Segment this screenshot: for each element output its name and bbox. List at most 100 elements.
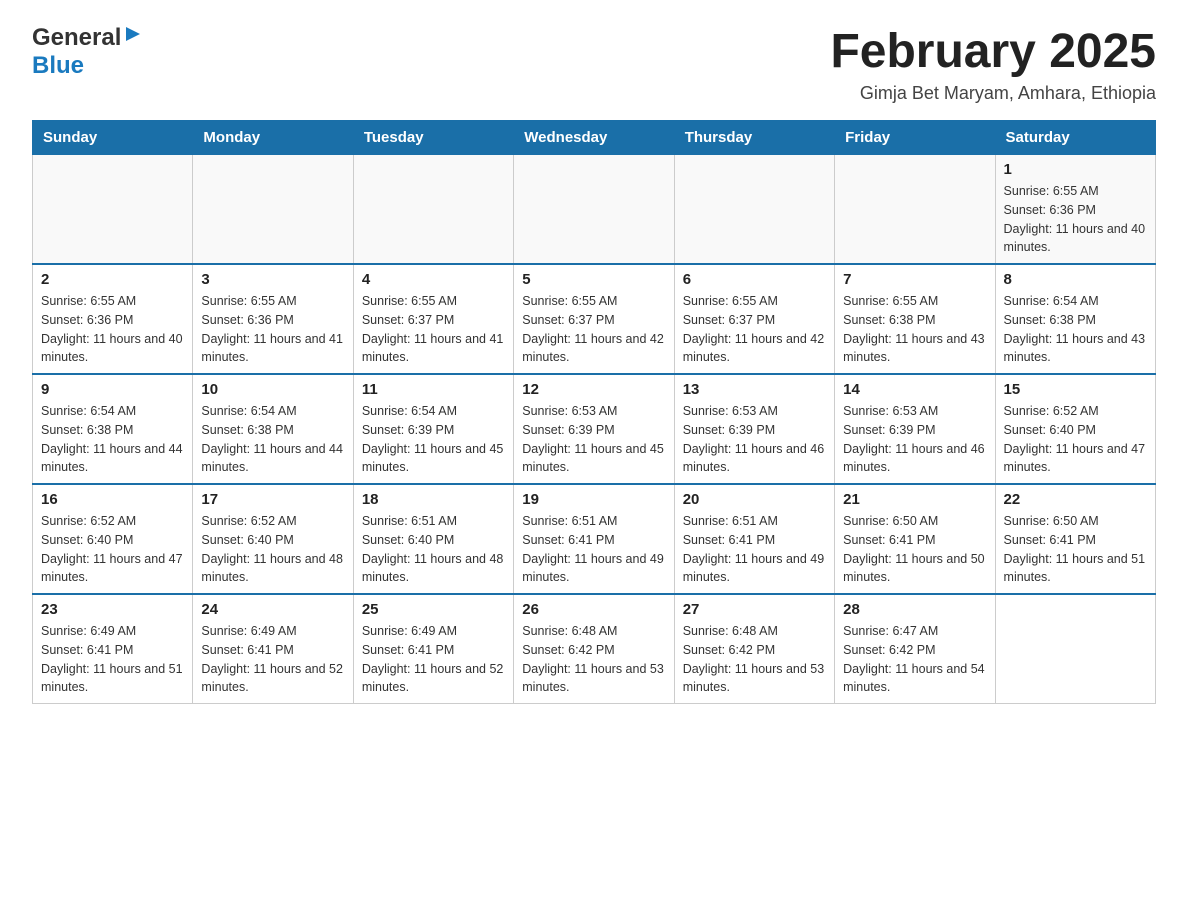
logo-blue-text: Blue (32, 52, 84, 79)
day-number: 2 (41, 271, 184, 288)
day-info: Sunrise: 6:51 AM Sunset: 6:40 PM Dayligh… (362, 512, 505, 587)
day-number: 21 (843, 491, 986, 508)
calendar-cell: 16 Sunrise: 6:52 AM Sunset: 6:40 PM Dayli… (33, 484, 193, 594)
day-number: 19 (522, 491, 665, 508)
day-number: 1 (1004, 161, 1147, 178)
day-info: Sunrise: 6:55 AM Sunset: 6:38 PM Dayligh… (843, 292, 986, 367)
day-number: 5 (522, 271, 665, 288)
day-info: Sunrise: 6:55 AM Sunset: 6:37 PM Dayligh… (683, 292, 826, 367)
day-info: Sunrise: 6:49 AM Sunset: 6:41 PM Dayligh… (201, 622, 344, 697)
calendar-cell: 2Sunrise: 6:55 AM Sunset: 6:36 PM Daylig… (33, 264, 193, 374)
day-number: 11 (362, 381, 505, 398)
calendar-cell (674, 155, 834, 265)
calendar-cell: 25 Sunrise: 6:49 AM Sunset: 6:41 PM Dayli… (353, 594, 513, 704)
calendar-cell: 4 Sunrise: 6:55 AM Sunset: 6:37 PM Daylig… (353, 264, 513, 374)
calendar-day-header: Friday (835, 121, 995, 155)
day-info: Sunrise: 6:48 AM Sunset: 6:42 PM Dayligh… (522, 622, 665, 697)
day-number: 12 (522, 381, 665, 398)
calendar-cell: 9 Sunrise: 6:54 AM Sunset: 6:38 PM Daylig… (33, 374, 193, 484)
day-info: Sunrise: 6:55 AM Sunset: 6:36 PM Dayligh… (1004, 182, 1147, 257)
day-number: 6 (683, 271, 826, 288)
calendar-cell: 18 Sunrise: 6:51 AM Sunset: 6:40 PM Dayli… (353, 484, 513, 594)
day-info: Sunrise: 6:48 AM Sunset: 6:42 PM Dayligh… (683, 622, 826, 697)
day-info: Sunrise: 6:54 AM Sunset: 6:39 PM Dayligh… (362, 402, 505, 477)
day-number: 25 (362, 601, 505, 618)
day-number: 3 (201, 271, 344, 288)
calendar-cell: 15 Sunrise: 6:52 AM Sunset: 6:40 PM Dayli… (995, 374, 1155, 484)
day-number: 7 (843, 271, 986, 288)
day-info: Sunrise: 6:55 AM Sunset: 6:37 PM Dayligh… (362, 292, 505, 367)
day-number: 16 (41, 491, 184, 508)
day-info: Sunrise: 6:51 AM Sunset: 6:41 PM Dayligh… (522, 512, 665, 587)
calendar-cell: 5 Sunrise: 6:55 AM Sunset: 6:37 PM Daylig… (514, 264, 674, 374)
day-info: Sunrise: 6:55 AM Sunset: 6:36 PM Dayligh… (201, 292, 344, 367)
day-number: 20 (683, 491, 826, 508)
day-info: Sunrise: 6:55 AM Sunset: 6:37 PM Dayligh… (522, 292, 665, 367)
day-number: 18 (362, 491, 505, 508)
day-info: Sunrise: 6:54 AM Sunset: 6:38 PM Dayligh… (41, 402, 184, 477)
calendar-cell: 27 Sunrise: 6:48 AM Sunset: 6:42 PM Dayli… (674, 594, 834, 704)
logo-triangle-icon (124, 25, 142, 48)
day-number: 26 (522, 601, 665, 618)
calendar-cell: 11 Sunrise: 6:54 AM Sunset: 6:39 PM Dayli… (353, 374, 513, 484)
day-info: Sunrise: 6:50 AM Sunset: 6:41 PM Dayligh… (1004, 512, 1147, 587)
day-info: Sunrise: 6:53 AM Sunset: 6:39 PM Dayligh… (683, 402, 826, 477)
calendar-cell (995, 594, 1155, 704)
calendar-title: February 2025 (830, 24, 1156, 79)
day-number: 10 (201, 381, 344, 398)
calendar-cell: 23 Sunrise: 6:49 AM Sunset: 6:41 PM Dayli… (33, 594, 193, 704)
calendar-cell: 7 Sunrise: 6:55 AM Sunset: 6:38 PM Daylig… (835, 264, 995, 374)
day-info: Sunrise: 6:54 AM Sunset: 6:38 PM Dayligh… (1004, 292, 1147, 367)
day-info: Sunrise: 6:54 AM Sunset: 6:38 PM Dayligh… (201, 402, 344, 477)
calendar-day-header: Wednesday (514, 121, 674, 155)
day-number: 14 (843, 381, 986, 398)
calendar-day-header: Monday (193, 121, 353, 155)
calendar-cell: 19 Sunrise: 6:51 AM Sunset: 6:41 PM Dayli… (514, 484, 674, 594)
calendar-day-header: Tuesday (353, 121, 513, 155)
calendar-week-row: 23 Sunrise: 6:49 AM Sunset: 6:41 PM Dayli… (33, 594, 1156, 704)
calendar-cell (33, 155, 193, 265)
calendar-week-row: 9 Sunrise: 6:54 AM Sunset: 6:38 PM Daylig… (33, 374, 1156, 484)
calendar-cell: 8 Sunrise: 6:54 AM Sunset: 6:38 PM Daylig… (995, 264, 1155, 374)
day-number: 17 (201, 491, 344, 508)
calendar-cell: 17 Sunrise: 6:52 AM Sunset: 6:40 PM Dayli… (193, 484, 353, 594)
day-number: 8 (1004, 271, 1147, 288)
calendar-cell: 28 Sunrise: 6:47 AM Sunset: 6:42 PM Dayli… (835, 594, 995, 704)
day-number: 28 (843, 601, 986, 618)
day-number: 13 (683, 381, 826, 398)
day-number: 15 (1004, 381, 1147, 398)
day-info: Sunrise: 6:47 AM Sunset: 6:42 PM Dayligh… (843, 622, 986, 697)
day-number: 27 (683, 601, 826, 618)
calendar-cell (514, 155, 674, 265)
calendar-subtitle: Gimja Bet Maryam, Amhara, Ethiopia (830, 83, 1156, 104)
calendar-cell: 14 Sunrise: 6:53 AM Sunset: 6:39 PM Dayli… (835, 374, 995, 484)
calendar-cell: 22 Sunrise: 6:50 AM Sunset: 6:41 PM Dayli… (995, 484, 1155, 594)
day-number: 4 (362, 271, 505, 288)
day-info: Sunrise: 6:52 AM Sunset: 6:40 PM Dayligh… (41, 512, 184, 587)
calendar-cell: 6 Sunrise: 6:55 AM Sunset: 6:37 PM Daylig… (674, 264, 834, 374)
day-info: Sunrise: 6:52 AM Sunset: 6:40 PM Dayligh… (201, 512, 344, 587)
calendar-table: SundayMondayTuesdayWednesdayThursdayFrid… (32, 120, 1156, 704)
calendar-cell: 3 Sunrise: 6:55 AM Sunset: 6:36 PM Daylig… (193, 264, 353, 374)
calendar-cell: 24 Sunrise: 6:49 AM Sunset: 6:41 PM Dayli… (193, 594, 353, 704)
day-info: Sunrise: 6:49 AM Sunset: 6:41 PM Dayligh… (41, 622, 184, 697)
day-info: Sunrise: 6:53 AM Sunset: 6:39 PM Dayligh… (843, 402, 986, 477)
day-number: 22 (1004, 491, 1147, 508)
title-block: February 2025 Gimja Bet Maryam, Amhara, … (830, 24, 1156, 104)
calendar-cell: 20Sunrise: 6:51 AM Sunset: 6:41 PM Dayli… (674, 484, 834, 594)
calendar-header-row: SundayMondayTuesdayWednesdayThursdayFrid… (33, 121, 1156, 155)
logo: General Blue (32, 24, 142, 80)
day-number: 24 (201, 601, 344, 618)
calendar-cell (193, 155, 353, 265)
calendar-cell: 12 Sunrise: 6:53 AM Sunset: 6:39 PM Dayli… (514, 374, 674, 484)
calendar-cell (835, 155, 995, 265)
day-info: Sunrise: 6:49 AM Sunset: 6:41 PM Dayligh… (362, 622, 505, 697)
day-info: Sunrise: 6:53 AM Sunset: 6:39 PM Dayligh… (522, 402, 665, 477)
calendar-cell (353, 155, 513, 265)
day-number: 9 (41, 381, 184, 398)
day-info: Sunrise: 6:52 AM Sunset: 6:40 PM Dayligh… (1004, 402, 1147, 477)
calendar-cell: 26 Sunrise: 6:48 AM Sunset: 6:42 PM Dayli… (514, 594, 674, 704)
logo-general-text: General (32, 24, 121, 52)
calendar-day-header: Sunday (33, 121, 193, 155)
day-number: 23 (41, 601, 184, 618)
